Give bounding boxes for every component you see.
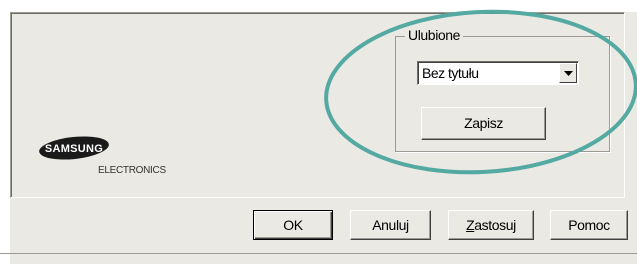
samsung-logo: SAMSUNG <box>38 134 110 169</box>
apply-label: Zastosuj <box>466 211 516 239</box>
favorites-dropdown-value: Bez tytułu <box>422 65 479 81</box>
electronics-text: ELECTRONICS <box>98 165 166 176</box>
cancel-button[interactable]: Anuluj <box>350 210 431 240</box>
favorites-dropdown[interactable]: Bez tytułu <box>417 61 579 85</box>
cancel-label: Anuluj <box>372 217 409 233</box>
ok-label: OK <box>283 217 303 233</box>
chevron-down-icon <box>564 71 573 76</box>
print-preferences-dialog: Ulubione Bez tytułu Zapisz SAMSUNG ELECT… <box>0 0 637 264</box>
samsung-logo-mark: SAMSUNG <box>39 136 109 160</box>
apply-button[interactable]: Zastosuj <box>448 210 534 240</box>
help-label: Pomoc <box>568 217 610 233</box>
samsung-brand-text: SAMSUNG <box>45 143 103 155</box>
bottom-divider <box>0 253 637 254</box>
favorites-group-title: Ulubione <box>405 26 464 44</box>
top-strip <box>0 0 637 12</box>
ok-button[interactable]: OK <box>253 210 333 240</box>
save-favorite-button[interactable]: Zapisz <box>421 107 546 140</box>
apply-mnemonic: Z <box>466 217 475 233</box>
dropdown-arrow-button[interactable] <box>559 63 577 83</box>
help-button[interactable]: Pomoc <box>550 210 628 240</box>
apply-label-rest: astosuj <box>474 217 516 233</box>
left-edge <box>0 12 10 264</box>
save-favorite-label: Zapisz <box>464 115 503 131</box>
